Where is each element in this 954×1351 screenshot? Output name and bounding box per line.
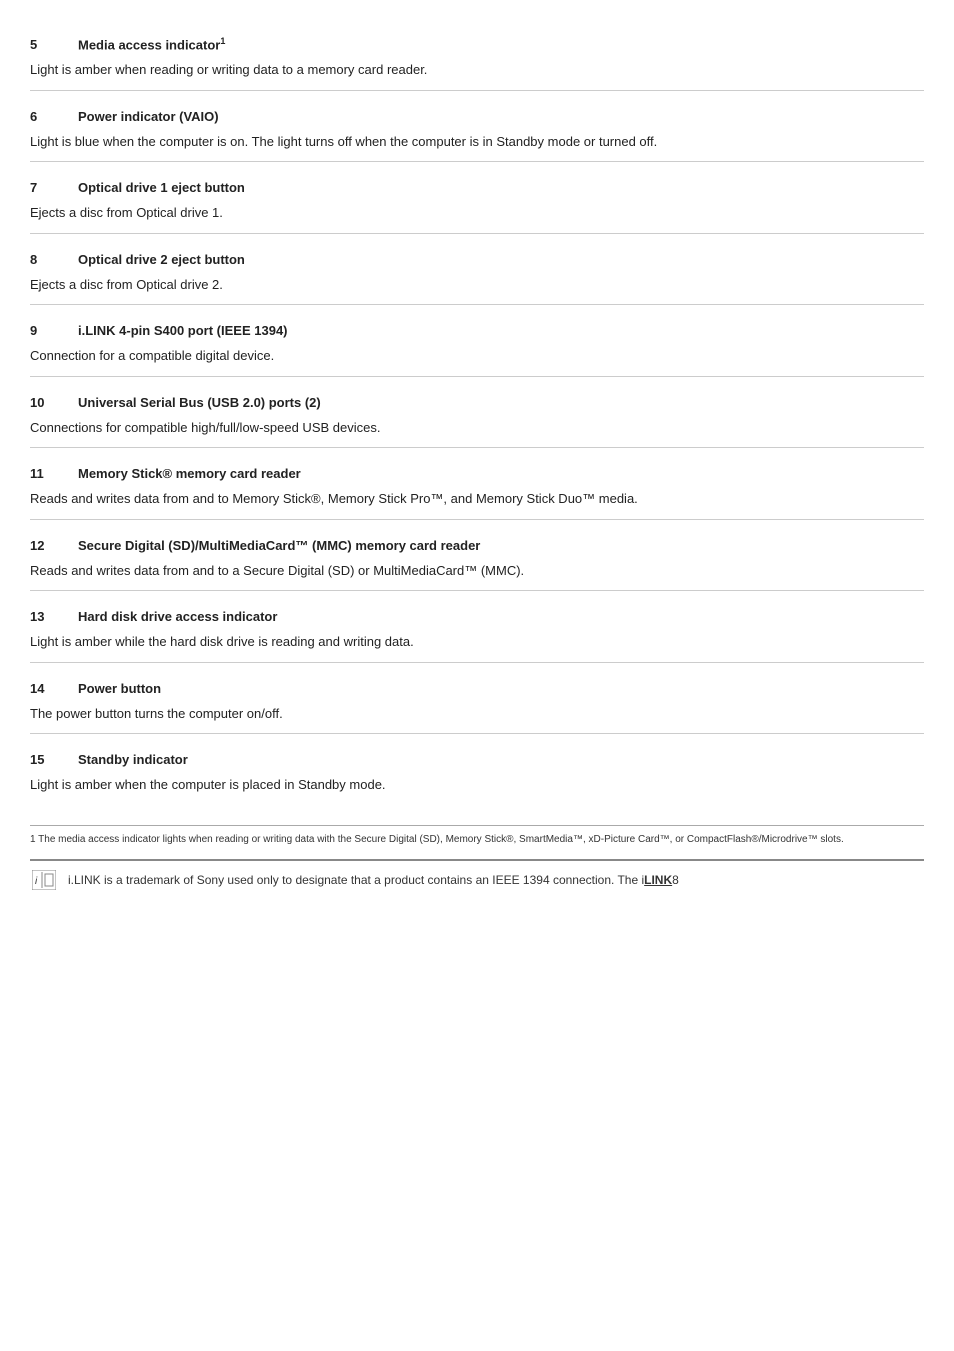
section-15-title: Standby indicator	[78, 752, 188, 767]
section-8-number: 8	[30, 252, 78, 267]
content-area: 5 Media access indicator1 Light is amber…	[30, 36, 924, 891]
divider-5-6	[30, 90, 924, 91]
section-7-body: Ejects a disc from Optical drive 1.	[30, 203, 924, 223]
section-7: 7 Optical drive 1 eject button Ejects a …	[30, 180, 924, 223]
section-6-number: 6	[30, 109, 78, 124]
section-5-number: 5	[30, 37, 78, 52]
divider-9-10	[30, 376, 924, 377]
section-9: 9 i.LINK 4-pin S400 port (IEEE 1394) Con…	[30, 323, 924, 366]
section-8-header: 8 Optical drive 2 eject button	[30, 252, 924, 267]
ilink-svg: i	[32, 870, 56, 890]
section-9-header: 9 i.LINK 4-pin S400 port (IEEE 1394)	[30, 323, 924, 338]
section-11-title: Memory Stick® memory card reader	[78, 466, 301, 481]
section-10-header: 10 Universal Serial Bus (USB 2.0) ports …	[30, 395, 924, 410]
section-13: 13 Hard disk drive access indicator Ligh…	[30, 609, 924, 652]
section-11-number: 11	[30, 466, 78, 481]
section-15-header: 15 Standby indicator	[30, 752, 924, 767]
section-12-number: 12	[30, 538, 78, 553]
section-12-body: Reads and writes data from and to a Secu…	[30, 561, 924, 581]
divider-7-8	[30, 233, 924, 234]
section-6: 6 Power indicator (VAIO) Light is blue w…	[30, 109, 924, 152]
section-10: 10 Universal Serial Bus (USB 2.0) ports …	[30, 395, 924, 438]
divider-14-15	[30, 733, 924, 734]
section-10-number: 10	[30, 395, 78, 410]
section-7-header: 7 Optical drive 1 eject button	[30, 180, 924, 195]
divider-10-11	[30, 447, 924, 448]
section-7-number: 7	[30, 180, 78, 195]
section-11-header: 11 Memory Stick® memory card reader	[30, 466, 924, 481]
divider-11-12	[30, 519, 924, 520]
section-12-title: Secure Digital (SD)/MultiMediaCard™ (MMC…	[78, 538, 480, 553]
divider-13-14	[30, 662, 924, 663]
section-11-body: Reads and writes data from and to Memory…	[30, 489, 924, 509]
footnote-text: 1 The media access indicator lights when…	[30, 834, 844, 845]
section-14-body: The power button turns the computer on/o…	[30, 704, 924, 724]
section-12: 12 Secure Digital (SD)/MultiMediaCard™ (…	[30, 538, 924, 581]
footer-text: i.LINK is a trademark of Sony used only …	[68, 873, 679, 887]
section-5-header: 5 Media access indicator1	[30, 36, 924, 52]
section-8-body: Ejects a disc from Optical drive 2.	[30, 275, 924, 295]
section-12-header: 12 Secure Digital (SD)/MultiMediaCard™ (…	[30, 538, 924, 553]
section-13-body: Light is amber while the hard disk drive…	[30, 632, 924, 652]
section-6-header: 6 Power indicator (VAIO)	[30, 109, 924, 124]
divider-6-7	[30, 161, 924, 162]
section-15: 15 Standby indicator Light is amber when…	[30, 752, 924, 795]
section-14-title: Power button	[78, 681, 161, 696]
section-7-title: Optical drive 1 eject button	[78, 180, 245, 195]
section-13-title: Hard disk drive access indicator	[78, 609, 277, 624]
section-5: 5 Media access indicator1 Light is amber…	[30, 36, 924, 80]
section-9-body: Connection for a compatible digital devi…	[30, 346, 924, 366]
section-5-title: Media access indicator1	[78, 36, 225, 52]
section-13-number: 13	[30, 609, 78, 624]
section-6-body: Light is blue when the computer is on. T…	[30, 132, 924, 152]
section-11: 11 Memory Stick® memory card reader Read…	[30, 466, 924, 509]
divider-12-13	[30, 590, 924, 591]
footnote-area: 1 The media access indicator lights when…	[30, 825, 924, 847]
footer-bar: i i.LINK is a trademark of Sony used onl…	[30, 859, 924, 891]
section-15-number: 15	[30, 752, 78, 767]
section-9-title: i.LINK 4-pin S400 port (IEEE 1394)	[78, 323, 288, 338]
ilink-icon: i	[30, 869, 58, 891]
section-8: 8 Optical drive 2 eject button Ejects a …	[30, 252, 924, 295]
section-9-number: 9	[30, 323, 78, 338]
section-13-header: 13 Hard disk drive access indicator	[30, 609, 924, 624]
section-14: 14 Power button The power button turns t…	[30, 681, 924, 724]
section-8-title: Optical drive 2 eject button	[78, 252, 245, 267]
section-14-header: 14 Power button	[30, 681, 924, 696]
section-15-body: Light is amber when the computer is plac…	[30, 775, 924, 795]
section-5-body: Light is amber when reading or writing d…	[30, 60, 924, 80]
section-10-title: Universal Serial Bus (USB 2.0) ports (2)	[78, 395, 321, 410]
divider-8-9	[30, 304, 924, 305]
section-14-number: 14	[30, 681, 78, 696]
section-6-title: Power indicator (VAIO)	[78, 109, 219, 124]
section-10-body: Connections for compatible high/full/low…	[30, 418, 924, 438]
